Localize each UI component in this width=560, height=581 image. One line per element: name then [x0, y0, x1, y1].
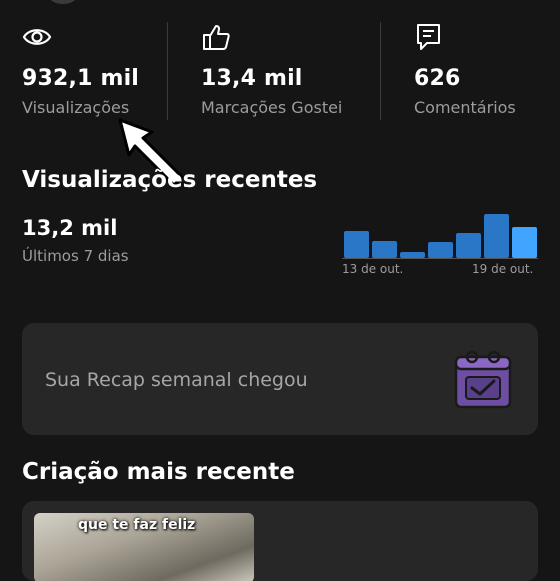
chart-bar [372, 241, 397, 258]
likes-value: 13,4 mil [201, 66, 303, 91]
likes-label: Marcações Gostei [201, 98, 343, 117]
comment-icon [414, 22, 444, 54]
channel-stats: 932,1 mil Visualizações 13,4 mil Marcaçõ… [0, 0, 560, 150]
chart-bar [484, 214, 509, 258]
thumbnail-caption: que te faz feliz [78, 517, 196, 533]
divider [167, 22, 168, 120]
stat-comments[interactable]: 626 Comentários [414, 22, 516, 117]
chart-baseline [342, 258, 538, 259]
divider [380, 22, 381, 120]
recent-views-period: Últimos 7 dias [22, 247, 129, 265]
chart-bar [512, 227, 537, 258]
video-thumbnail[interactable]: que te faz feliz [34, 513, 254, 581]
latest-creation-card[interactable]: que te faz feliz [22, 501, 538, 581]
calendar-check-icon [454, 350, 512, 409]
views-value: 932,1 mil [22, 66, 140, 91]
recap-text: Sua Recap semanal chegou [45, 369, 308, 391]
recent-views-value: 13,2 mil [22, 216, 118, 240]
chart-end-label: 19 de out. [472, 262, 534, 276]
latest-creation-title: Criação mais recente [22, 459, 295, 485]
recent-views-title: Visualizações recentes [22, 167, 318, 193]
thumbs-up-icon [201, 22, 231, 54]
chart-start-label: 13 de out. [342, 262, 404, 276]
weekly-recap-card[interactable]: Sua Recap semanal chegou [22, 323, 538, 435]
comments-label: Comentários [414, 98, 516, 117]
chart-bar [456, 233, 481, 258]
stat-likes[interactable]: 13,4 mil Marcações Gostei [201, 22, 342, 117]
eye-icon [22, 22, 52, 54]
chart-bar [428, 242, 453, 258]
comments-value: 626 [414, 66, 461, 91]
chart-bar [344, 231, 369, 258]
stat-views[interactable]: 932,1 mil Visualizações [22, 22, 139, 117]
